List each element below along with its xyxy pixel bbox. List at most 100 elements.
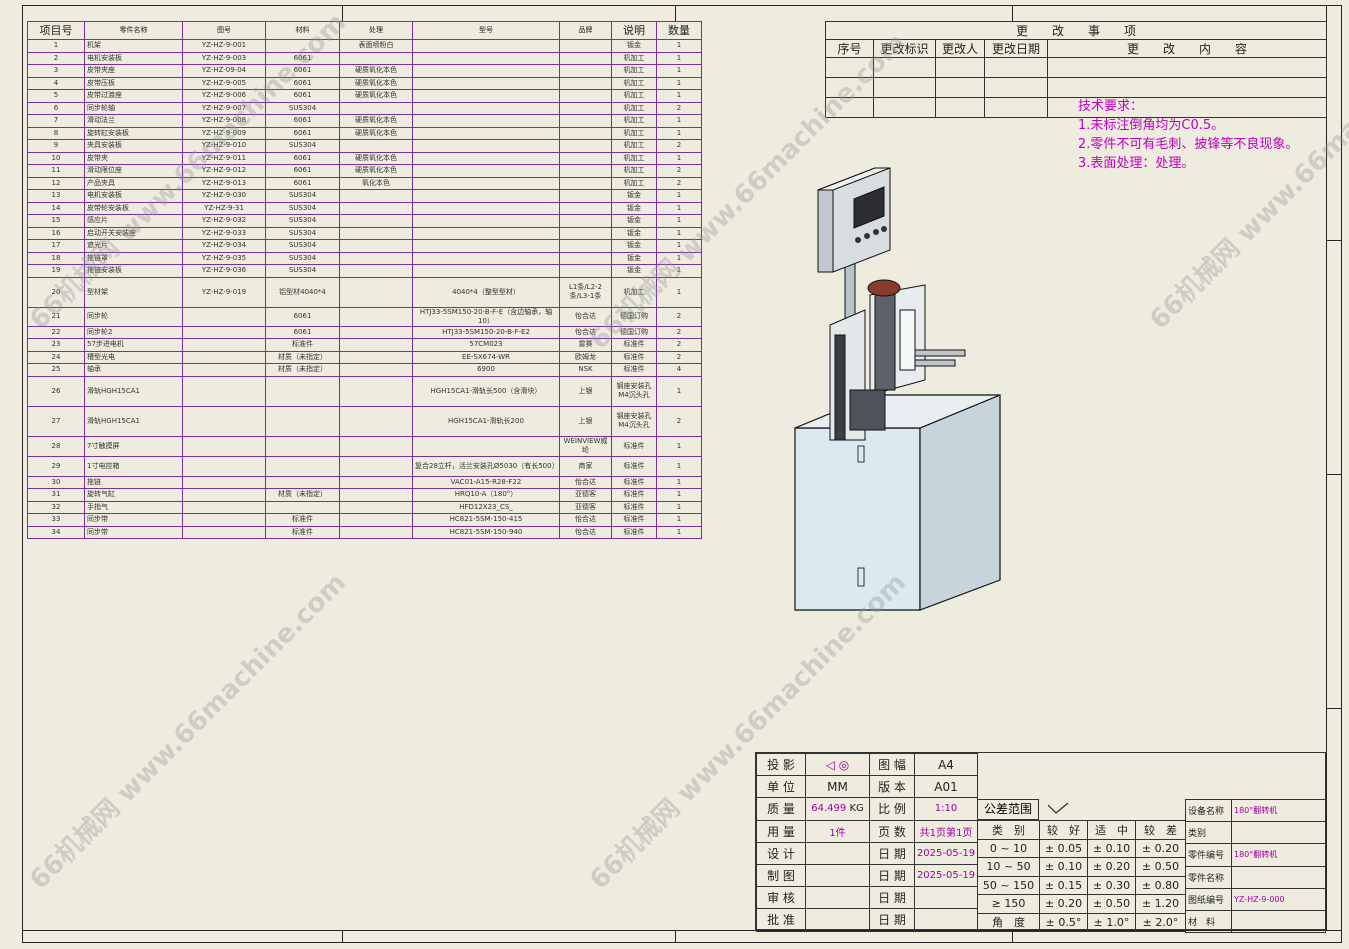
- bom-row: 24 槽型光电 材质（未指定） EE-SX674-WR 欧姆龙 标准件 2: [27, 350, 702, 364]
- bom-cell: 6061: [265, 76, 340, 90]
- bom-cell: YZ-HZ-9-003: [182, 51, 266, 65]
- bom-cell: 怡合达: [559, 475, 612, 489]
- bom-cell: NSK: [559, 363, 612, 377]
- bom-header-cell: 项目号: [27, 21, 85, 40]
- material-label: 材 料: [1185, 909, 1232, 934]
- bom-cell: 钣金: [611, 39, 657, 53]
- bom-cell: [412, 435, 560, 457]
- device-label: 设备名称: [1185, 798, 1232, 823]
- bom-cell: SUS304: [265, 251, 340, 265]
- bom-cell: 怡合达: [559, 325, 612, 339]
- bom-cell: 同步轮轴: [84, 101, 183, 115]
- rev-cell: [873, 57, 936, 78]
- bom-cell: 14: [27, 201, 85, 215]
- bom-cell: [339, 226, 413, 240]
- bom-cell: [339, 475, 413, 489]
- bom-table: 项目号 零件名称 图号 材料 处理 型号 品牌 说明 数量 1 机架 YZ-HZ-9-001 表面喷粉…: [27, 21, 702, 539]
- bom-cell: [339, 201, 413, 215]
- bom-cell: 4: [656, 363, 702, 377]
- tolerance-header-cell: 适 中: [1087, 820, 1136, 840]
- bom-row: 26 滑轨HGH15CA1 HGH15CA1-滑轨长500（含滑块） 上银 钢座安装孔M…: [27, 375, 702, 407]
- bom-cell: YZ-HZ-9-011: [182, 151, 266, 165]
- bom-cell: HGH15CA1-滑轨长500（含滑块）: [412, 375, 560, 407]
- bom-cell: [412, 126, 560, 140]
- bom-cell: 旋转缸安装板: [84, 126, 183, 140]
- bom-cell: [265, 375, 340, 407]
- bom-cell: 28: [27, 435, 85, 457]
- tolerance-table: 类 别较 好适 中较 差 0 ~ 10 ± 0.05 ± 0.10 ± 0.20 10 …: [977, 820, 1186, 932]
- bom-header-cell: 说明: [611, 21, 657, 40]
- rev-cell: [873, 77, 936, 98]
- bom-cell: 钣金: [611, 201, 657, 215]
- bom-cell: 57步进电机: [84, 338, 183, 352]
- bom-cell: 怡合达: [559, 525, 612, 539]
- bom-row: 15 感应片 YZ-HZ-9-032 SUS304 钣金 1: [27, 214, 702, 228]
- bom-cell: [182, 338, 266, 352]
- tolerance-cell: ± 0.05: [1039, 838, 1088, 858]
- bom-cell: [559, 226, 612, 240]
- tech-line-3: 3.表面处理：处理。: [1078, 156, 1195, 171]
- check-label: 审 核: [756, 886, 806, 910]
- bom-cell: 皮带过渡座: [84, 89, 183, 103]
- bom-cell: [339, 306, 413, 327]
- bom-cell: 表面喷粉白: [339, 39, 413, 53]
- bom-cell: 1: [656, 488, 702, 502]
- bom-cell: 皮带压板: [84, 76, 183, 90]
- sheet-label: 图 幅: [869, 752, 915, 777]
- bom-cell: [559, 139, 612, 153]
- bom-cell: [412, 139, 560, 153]
- tolerance-row: 50 ~ 150 ± 0.15 ± 0.30 ± 0.80: [977, 875, 1186, 895]
- bom-cell: 机加工: [611, 114, 657, 128]
- bom-row: 33 同步带 标准件 HC821-5SM-150-415 怡合达 标准件 1: [27, 513, 702, 527]
- bom-cell: 15: [27, 214, 85, 228]
- bom-cell: 22: [27, 325, 85, 339]
- zone-tick: [1326, 708, 1342, 709]
- zone-tick: [675, 930, 676, 943]
- bom-row: 1 机架 YZ-HZ-9-001 表面喷粉白 钣金 1: [27, 39, 702, 53]
- rev-cell: [984, 97, 1048, 118]
- approve-date: [914, 908, 978, 932]
- tolerance-cell: 50 ~ 150: [977, 875, 1040, 895]
- bom-cell: 皮带轮安装板: [84, 201, 183, 215]
- bom-cell: 启动开关安装座: [84, 226, 183, 240]
- bom-row: 2 电机安装板 YZ-HZ-9-003 6061 机加工 1: [27, 51, 702, 65]
- bom-cell: [339, 455, 413, 477]
- approve-date-label: 日 期: [869, 908, 915, 932]
- tolerance-cell: 10 ~ 50: [977, 857, 1040, 877]
- bom-cell: 21: [27, 306, 85, 327]
- bom-cell: [265, 435, 340, 457]
- qty-label: 用 量: [756, 819, 806, 843]
- bom-cell: 1: [656, 475, 702, 489]
- tolerance-cell: ± 0.20: [1087, 857, 1136, 877]
- bom-cell: 滑轨HGH15CA1: [84, 405, 183, 437]
- design-date-label: 日 期: [869, 841, 915, 865]
- bom-cell: 7: [27, 114, 85, 128]
- bom-cell: YZ-HZ-9-034: [182, 239, 266, 253]
- bom-row: 4 皮带压板 YZ-HZ-9-005 6061 硬质氧化本色 机加工 1: [27, 76, 702, 90]
- bom-cell: [412, 89, 560, 103]
- bom-cell: 硬质氧化本色: [339, 76, 413, 90]
- bom-row: 14 皮带轮安装板 YZ-HZ-9-31 SUS304 钣金 1: [27, 201, 702, 215]
- bom-cell: 硬质氧化本色: [339, 151, 413, 165]
- bom-cell: 标准件: [611, 435, 657, 457]
- bom-cell: [412, 251, 560, 265]
- tolerance-header-cell: 较 好: [1039, 820, 1088, 840]
- tolerance-cell: ± 0.80: [1135, 875, 1186, 895]
- bom-cell: [265, 39, 340, 53]
- bom-cell: [559, 89, 612, 103]
- bom-cell: 34: [27, 525, 85, 539]
- timing-pulley: [867, 279, 901, 297]
- bom-cell: [339, 350, 413, 364]
- version-label: 版 本: [869, 775, 915, 799]
- check-date-label: 日 期: [869, 886, 915, 910]
- bom-cell: 2: [27, 51, 85, 65]
- bom-cell: [182, 455, 266, 477]
- bom-row: 3 皮带夹座 YZ-HZ-09-04 6061 硬质氧化本色 机加工 1: [27, 64, 702, 78]
- zone-tick: [342, 5, 343, 21]
- bom-cell: 机加工: [611, 176, 657, 190]
- bom-cell: 2: [656, 101, 702, 115]
- design-signature: [805, 841, 870, 865]
- bom-cell: [339, 405, 413, 437]
- bom-cell: 标准件: [611, 488, 657, 502]
- bom-cell: 2: [656, 176, 702, 190]
